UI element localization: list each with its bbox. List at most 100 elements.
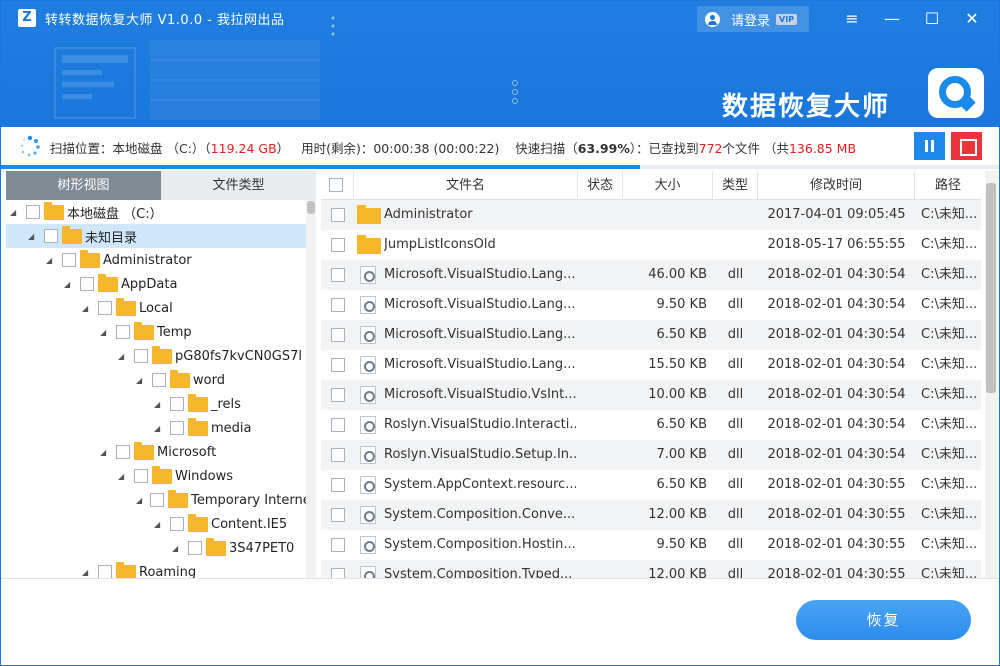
folder-icon: [152, 345, 172, 364]
close-button[interactable]: ✕: [958, 6, 986, 32]
row-checkbox[interactable]: [331, 568, 345, 578]
column-header-modified[interactable]: 修改时间: [758, 171, 915, 200]
expand-arrow-icon[interactable]: ◢: [100, 328, 108, 337]
tree-node[interactable]: ◢ Administrator: [6, 248, 306, 272]
tab-tree-view[interactable]: 树形视图: [6, 171, 161, 200]
menu-icon[interactable]: ≡: [838, 6, 866, 32]
table-row[interactable]: Microsoft.VisualStudio.Lang... 15.50 KB dl…: [321, 350, 981, 380]
table-row[interactable]: Roslyn.VisualStudio.Interacti... 6.50 KB d…: [321, 410, 981, 440]
table-row[interactable]: System.Composition.Conve... 12.00 KB dll 20…: [321, 500, 981, 530]
table-row[interactable]: Microsoft.VisualStudio.Lang... 46.00 KB dl…: [321, 260, 981, 290]
row-checkbox[interactable]: [331, 478, 345, 492]
column-header-type[interactable]: 类型: [713, 171, 758, 200]
tree-node[interactable]: ◢ media: [6, 416, 306, 440]
stop-button[interactable]: [951, 132, 982, 160]
row-checkbox[interactable]: [331, 358, 345, 372]
tree-scrollbar-thumb[interactable]: [307, 201, 315, 214]
row-checkbox[interactable]: [331, 418, 345, 432]
expand-arrow-icon[interactable]: ◢: [136, 496, 142, 505]
tree-node[interactable]: ◢ Temporary Internet Files: [6, 488, 306, 512]
expand-arrow-icon[interactable]: ◢: [82, 304, 90, 313]
tree-node[interactable]: ◢ Roaming: [6, 560, 306, 578]
folder-icon: [80, 249, 100, 268]
expand-arrow-icon[interactable]: ◢: [82, 568, 90, 577]
column-header-status[interactable]: 状态: [578, 171, 623, 200]
minimize-button[interactable]: —: [878, 6, 906, 32]
tree-node[interactable]: ◢ 3S47PET0: [6, 536, 306, 560]
tree-node-checkbox[interactable]: [80, 277, 94, 291]
expand-arrow-icon[interactable]: ◢: [100, 448, 108, 457]
row-checkbox[interactable]: [331, 298, 345, 312]
tree-node[interactable]: ◢ Content.IE5: [6, 512, 306, 536]
table-row[interactable]: System.Composition.Typed... 12.00 KB dll 20…: [321, 560, 981, 578]
expand-arrow-icon[interactable]: ◢: [28, 232, 36, 241]
tab-file-type[interactable]: 文件类型: [161, 171, 316, 200]
row-checkbox[interactable]: [331, 268, 345, 282]
tree-node-checkbox[interactable]: [98, 565, 112, 578]
expand-arrow-icon[interactable]: ◢: [118, 352, 126, 361]
pause-button[interactable]: [914, 132, 945, 160]
tree-node-checkbox[interactable]: [116, 325, 130, 339]
expand-arrow-icon[interactable]: ◢: [154, 520, 162, 529]
column-header-path[interactable]: 路径: [915, 171, 981, 200]
table-row[interactable]: Roslyn.VisualStudio.Setup.In... 7.00 KB dl…: [321, 440, 981, 470]
tree-node[interactable]: ◢ 本地磁盘 （C:）: [6, 200, 306, 224]
row-checkbox[interactable]: [331, 208, 345, 222]
table-row[interactable]: JumpListIconsOld 2018-05-17 06:55:55 C:\未知…: [321, 230, 981, 260]
tree-node-checkbox[interactable]: [134, 349, 148, 363]
tree-node-checkbox[interactable]: [116, 445, 130, 459]
table-row[interactable]: System.AppContext.resourc... 6.50 KB dll 20…: [321, 470, 981, 500]
tree-node-checkbox[interactable]: [98, 301, 112, 315]
tree-node[interactable]: ◢ Microsoft: [6, 440, 306, 464]
tree-node[interactable]: ◢ _rels: [6, 392, 306, 416]
cell-status: [578, 410, 623, 440]
tree-node-checkbox[interactable]: [26, 205, 40, 219]
row-checkbox[interactable]: [331, 448, 345, 462]
tree-node-checkbox[interactable]: [188, 541, 202, 555]
login-button[interactable]: 请登录 VIP: [697, 6, 809, 32]
tree-node-checkbox[interactable]: [170, 517, 184, 531]
expand-arrow-icon[interactable]: ◢: [118, 472, 126, 481]
row-checkbox[interactable]: [331, 538, 345, 552]
table-scrollbar-thumb[interactable]: [986, 183, 996, 393]
tree-node-checkbox[interactable]: [134, 469, 148, 483]
column-header-name[interactable]: 文件名: [354, 171, 578, 200]
table-row[interactable]: Microsoft.VisualStudio.VsInt... 10.00 KB d…: [321, 380, 981, 410]
row-checkbox[interactable]: [331, 238, 345, 252]
tree-node-checkbox[interactable]: [62, 253, 76, 267]
expand-arrow-icon[interactable]: ◢: [154, 400, 162, 409]
expand-arrow-icon[interactable]: ◢: [10, 208, 18, 217]
select-all-checkbox[interactable]: [329, 178, 343, 192]
expand-arrow-icon[interactable]: ◢: [136, 376, 144, 385]
table-row[interactable]: Administrator 2017-04-01 09:05:45 C:\未知...: [321, 200, 981, 230]
tree-node[interactable]: ◢ Windows: [6, 464, 306, 488]
tree-node-checkbox[interactable]: [150, 493, 165, 507]
expand-arrow-icon[interactable]: ◢: [172, 544, 180, 553]
tree-node-checkbox[interactable]: [152, 373, 166, 387]
expand-arrow-icon[interactable]: ◢: [154, 424, 162, 433]
tree-node[interactable]: ◢ Local: [6, 296, 306, 320]
row-checkbox[interactable]: [331, 508, 345, 522]
table-row[interactable]: Microsoft.VisualStudio.Lang... 9.50 KB dll…: [321, 290, 981, 320]
table-row[interactable]: Microsoft.VisualStudio.Lang... 6.50 KB dll…: [321, 320, 981, 350]
tree-node[interactable]: ◢ word: [6, 368, 306, 392]
scan-location-label: 扫描位置：本地磁盘 （C:）（: [50, 141, 211, 156]
tree-scrollbar[interactable]: [306, 200, 316, 578]
expand-arrow-icon[interactable]: ◢: [46, 256, 54, 265]
recover-button[interactable]: 恢复: [796, 600, 971, 640]
tree-node-checkbox[interactable]: [44, 229, 58, 243]
maximize-button[interactable]: ☐: [918, 6, 946, 32]
tree-node[interactable]: ◢ pG80fs7kvCN0GS7l: [6, 344, 306, 368]
tree-node[interactable]: ◢ Temp: [6, 320, 306, 344]
tree-node-label: Microsoft: [157, 444, 217, 460]
tree-node[interactable]: ◢ 未知目录: [6, 224, 306, 248]
row-checkbox[interactable]: [331, 328, 345, 342]
table-row[interactable]: System.Composition.Hostin... 9.50 KB dll 20…: [321, 530, 981, 560]
login-label: 请登录: [731, 13, 771, 29]
tree-node-checkbox[interactable]: [170, 397, 184, 411]
row-checkbox[interactable]: [331, 388, 345, 402]
tree-node-checkbox[interactable]: [170, 421, 184, 435]
expand-arrow-icon[interactable]: ◢: [64, 280, 72, 289]
column-header-size[interactable]: 大小: [623, 171, 713, 200]
tree-node[interactable]: ◢ AppData: [6, 272, 306, 296]
